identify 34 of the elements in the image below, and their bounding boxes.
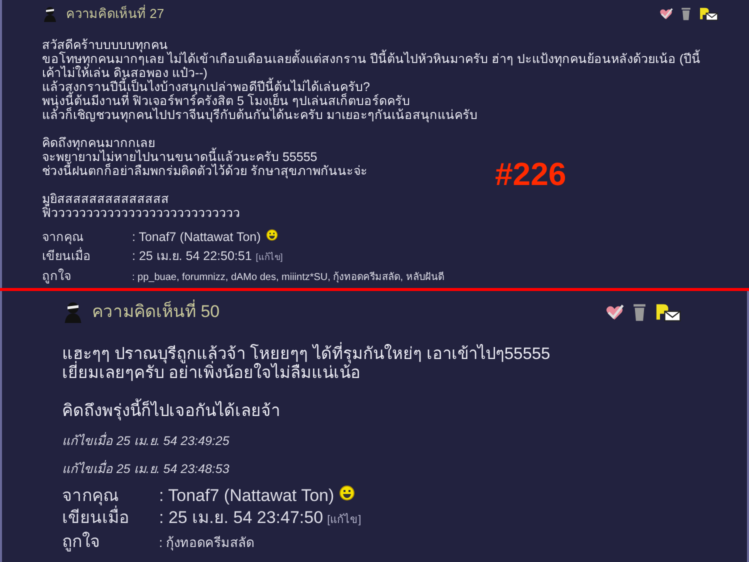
- meta-value: : Tonaf7 (Nattawat Ton): [159, 485, 334, 507]
- trash-icon[interactable]: [679, 7, 694, 21]
- comment-title: ความคิดเห็นที่ 27: [66, 4, 164, 24]
- meta-label: จากคุณ: [62, 485, 120, 506]
- meta-label: เขียนเมื่อ: [62, 507, 159, 529]
- meta-value: : pp_buae, forumnizz, dAMo des, miiintz*SU, กุ้งทอดครีมสลัด, หลับฝันดี: [132, 270, 444, 285]
- overlay-label: #226: [495, 155, 566, 194]
- comment-text: สวัสดีคร้าบบบบบทุกคน: [42, 38, 168, 52]
- meta-value: : 25 เม.ย. 54 22:50:51: [132, 248, 252, 265]
- avatar-icon: [62, 301, 84, 323]
- edit-link[interactable]: [แก้ไข]: [256, 248, 283, 267]
- comment-text: ช่วงนี้ฝนตกก็อย่าลืมพกร่มติดตัวไว้ด้วย รักษาสุขภาพกันนะจ่ะ: [42, 164, 368, 178]
- meta-label: เขียนเมื่อ: [42, 247, 92, 265]
- mail-icon[interactable]: [699, 7, 719, 21]
- comment-title: ความคิดเห็นที่ 50: [92, 299, 220, 325]
- comment-text: แล้วก็เชิญชวนทุกคนไปปราจีนบุรีกับต้นกันได้นะครับ มาเยอะๆกันเน้อสนุกแน่ครับ: [42, 108, 478, 122]
- meta-value: : กุ้งทอดครีมสลัด: [159, 534, 254, 552]
- meta-label: ถูกใจ: [42, 268, 72, 286]
- meta-value: : 25 เม.ย. 54 23:47:50: [159, 507, 324, 529]
- comment-text: พนุ่งนี้ต้นมีงานที่ ฟิวเจอร์พาร์ครังสิต 5 โมงเย็น ๆปเล่นสเก็ตบอร์ดครับ: [42, 94, 410, 108]
- mail-icon[interactable]: [655, 302, 682, 322]
- comment-text: แล้วสงกรานปีนี้เป็นไงบ้างสนุกเปล่าพอดีปีนี้ต้นไม่ได้เล่นครับ?: [42, 80, 370, 94]
- meta-label: ถูกใจ: [62, 531, 101, 553]
- comment-text: มุยิสสสสสสสสสสสสสส: [42, 192, 169, 206]
- edit-note: แก้ไขเมื่อ 25 เม.ย. 54 23:49:25: [62, 431, 230, 450]
- check-heart-icon[interactable]: [659, 7, 674, 21]
- meta-label: จากคุณ: [42, 229, 85, 246]
- edit-note: แก้ไขเมื่อ 25 เม.ย. 54 23:48:53: [62, 459, 230, 478]
- check-heart-icon[interactable]: [605, 302, 624, 322]
- comment-text: คิดถึงทุกคนมากกเลย: [42, 136, 155, 150]
- edit-link[interactable]: [แก้ไข]: [327, 509, 362, 531]
- comment-text: ฟิ้ววววววววววววววววววววววววววว: [42, 206, 240, 220]
- avatar-icon: [42, 6, 58, 22]
- meta-value: : Tonaf7 (Nattawat Ton): [132, 229, 261, 246]
